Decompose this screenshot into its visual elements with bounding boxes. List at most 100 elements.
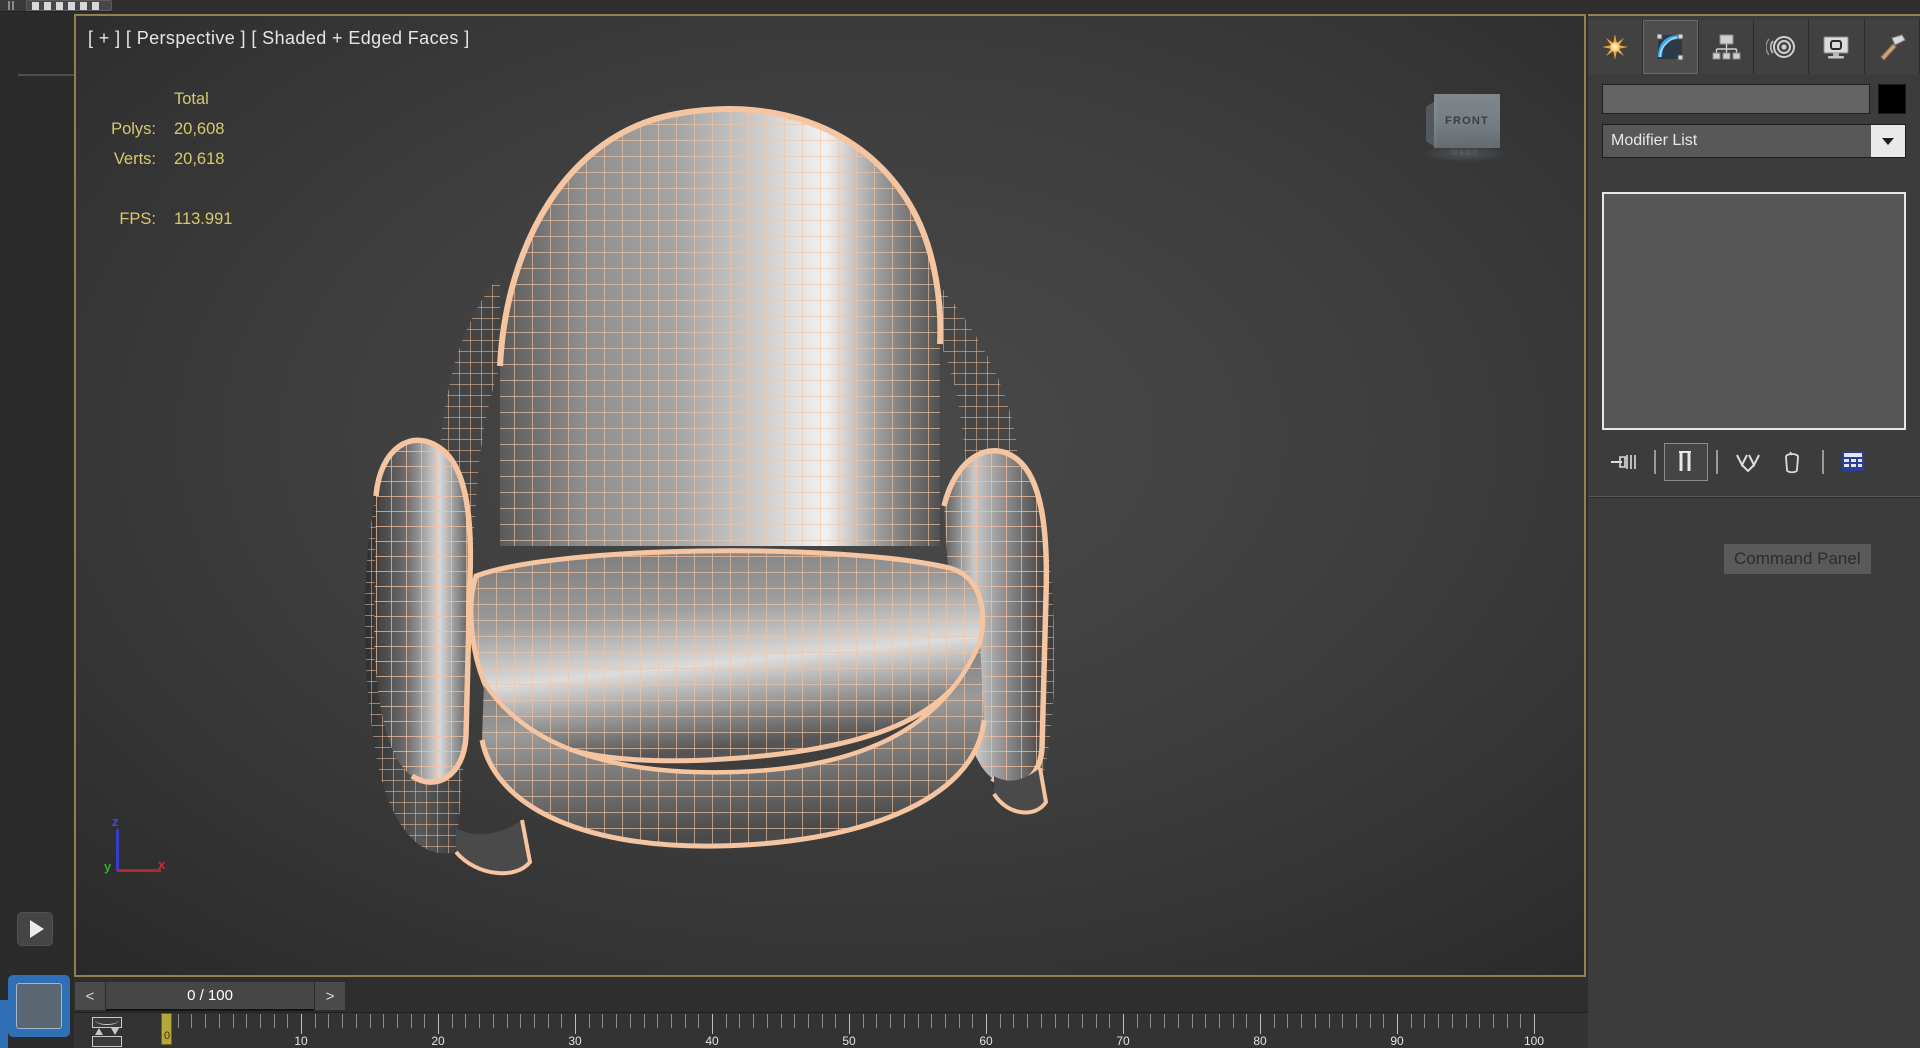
ruler-tick — [698, 1014, 700, 1028]
ruler-tick — [1301, 1014, 1303, 1028]
ruler-tick — [616, 1014, 618, 1028]
ruler-tick — [273, 1014, 275, 1028]
create-tab[interactable] — [1588, 20, 1644, 74]
blue-panel-tab[interactable] — [0, 1000, 8, 1048]
axis-y-label: y — [104, 859, 112, 874]
play-icon — [29, 920, 44, 938]
viewport-canvas[interactable]: [ + ] [ Perspective ] [ Shaded + Edged F… — [76, 16, 1584, 975]
ruler-label: 10 — [294, 1034, 308, 1048]
configure-sets-button[interactable] — [1832, 443, 1876, 481]
toolbar-separator — [1716, 450, 1718, 474]
object-color-swatch[interactable] — [1878, 84, 1906, 114]
ruler-tick — [1260, 1014, 1261, 1034]
ruler-tick — [1040, 1014, 1042, 1028]
ruler-tick — [986, 1014, 987, 1034]
ruler-tick — [931, 1014, 933, 1028]
ruler-label: 90 — [1390, 1034, 1404, 1048]
ruler-tick — [1081, 1014, 1083, 1028]
ruler-tick — [1534, 1014, 1535, 1034]
expand-panel-button[interactable] — [17, 912, 53, 946]
modifier-stack-list[interactable] — [1602, 192, 1906, 430]
ruler-tick — [958, 1014, 960, 1028]
stats-verts-label: Verts: — [113, 150, 156, 168]
ruler-tick — [1123, 1014, 1124, 1034]
ruler-tick — [999, 1014, 1001, 1028]
toolbar-separator — [1822, 450, 1824, 474]
command-panel: Modifier List Command Panel — [1588, 14, 1920, 1048]
ruler-tick — [739, 1014, 741, 1028]
ruler-tick — [1410, 1014, 1412, 1028]
hammer-icon — [1880, 34, 1906, 61]
stats-verts-value: 20,618 — [174, 150, 225, 168]
ruler-tick — [862, 1014, 864, 1028]
axis-tripod: z x y — [98, 814, 168, 879]
ruler-tick — [1355, 1014, 1357, 1028]
ruler-tick — [629, 1014, 631, 1028]
ruler-tick — [205, 1014, 207, 1028]
chevron-down-icon[interactable] — [1871, 125, 1905, 157]
axis-x-line — [117, 869, 161, 872]
hierarchy-tab[interactable] — [1698, 20, 1754, 74]
ruler-tick — [588, 1014, 590, 1028]
viewcube-front-face[interactable]: FRONT — [1434, 94, 1500, 148]
ruler-label: 50 — [842, 1034, 856, 1048]
current-frame-display[interactable]: 0 / 100 — [106, 981, 314, 1011]
ruler-tick — [753, 1014, 755, 1028]
show-end-result-button[interactable] — [1664, 443, 1708, 481]
ruler-tick — [396, 1014, 398, 1028]
ruler-tick — [766, 1014, 768, 1028]
selected-panel-thumbnail[interactable] — [8, 975, 70, 1037]
ruler-tick — [643, 1014, 645, 1028]
track-view-icon[interactable] — [90, 1017, 124, 1047]
ruler-tick — [1506, 1014, 1508, 1028]
toolbar-button-group[interactable] — [26, 0, 112, 11]
ruler-tick — [712, 1014, 713, 1034]
ruler-tick — [342, 1014, 344, 1028]
toolbar-grip[interactable] — [6, 0, 16, 11]
ruler-tick — [1451, 1014, 1453, 1028]
modifier-list-label: Modifier List — [1611, 132, 1698, 149]
ruler-tick — [876, 1014, 878, 1028]
ruler-tick — [520, 1014, 522, 1028]
object-name-field[interactable] — [1602, 84, 1870, 114]
perspective-viewport[interactable]: [ + ] [ Perspective ] [ Shaded + Edged F… — [74, 14, 1586, 977]
viewport-statistics: Total Polys: 20,608 Verts: 20,618 FPS: 1… — [96, 84, 232, 234]
ruler-tick — [287, 1014, 289, 1028]
stats-polys-value: 20,608 — [174, 120, 225, 138]
viewcube[interactable]: FRONT WEST — [1422, 94, 1508, 162]
ruler-tick — [259, 1014, 261, 1028]
time-slider[interactable]: 0 — [161, 1013, 172, 1045]
ruler-tick — [1383, 1014, 1385, 1028]
ruler-tick — [451, 1014, 453, 1028]
motion-tab[interactable] — [1753, 20, 1810, 74]
ruler-tick — [1136, 1014, 1138, 1028]
panel-thumbnail-inner — [16, 983, 62, 1029]
stats-total-header: Total — [174, 90, 209, 108]
make-unique-button[interactable] — [1726, 443, 1770, 481]
timeline-ruler[interactable]: 01020304050607080901000 — [161, 1013, 1544, 1048]
pin-stack-button[interactable] — [1602, 443, 1646, 481]
display-tab[interactable] — [1809, 20, 1865, 74]
hierarchy-icon — [1712, 34, 1741, 60]
ruler-tick — [1218, 1014, 1220, 1028]
utilities-tab[interactable] — [1864, 20, 1920, 74]
ruler-tick — [849, 1014, 850, 1034]
viewport-label[interactable]: [ + ] [ Perspective ] [ Shaded + Edged F… — [88, 28, 470, 49]
ruler-tick — [355, 1014, 357, 1028]
armchair-model[interactable] — [316, 76, 1216, 876]
ruler-tick — [479, 1014, 481, 1028]
ruler-tick — [1164, 1014, 1166, 1028]
ruler-tick — [1328, 1014, 1330, 1028]
modifier-list-dropdown[interactable]: Modifier List — [1602, 124, 1906, 158]
ruler-tick — [492, 1014, 494, 1028]
ruler-tick — [944, 1014, 946, 1028]
previous-frame-button[interactable]: < — [74, 981, 106, 1011]
remove-modifier-button[interactable] — [1770, 443, 1814, 481]
ruler-tick — [1479, 1014, 1481, 1028]
ruler-label: 40 — [705, 1034, 719, 1048]
modify-tab[interactable] — [1643, 20, 1699, 74]
ruler-label: 30 — [568, 1034, 582, 1048]
frame-navigation: < 0 / 100 > — [74, 981, 346, 1011]
left-toolbar-strip — [0, 12, 258, 1048]
next-frame-button[interactable]: > — [314, 981, 346, 1011]
